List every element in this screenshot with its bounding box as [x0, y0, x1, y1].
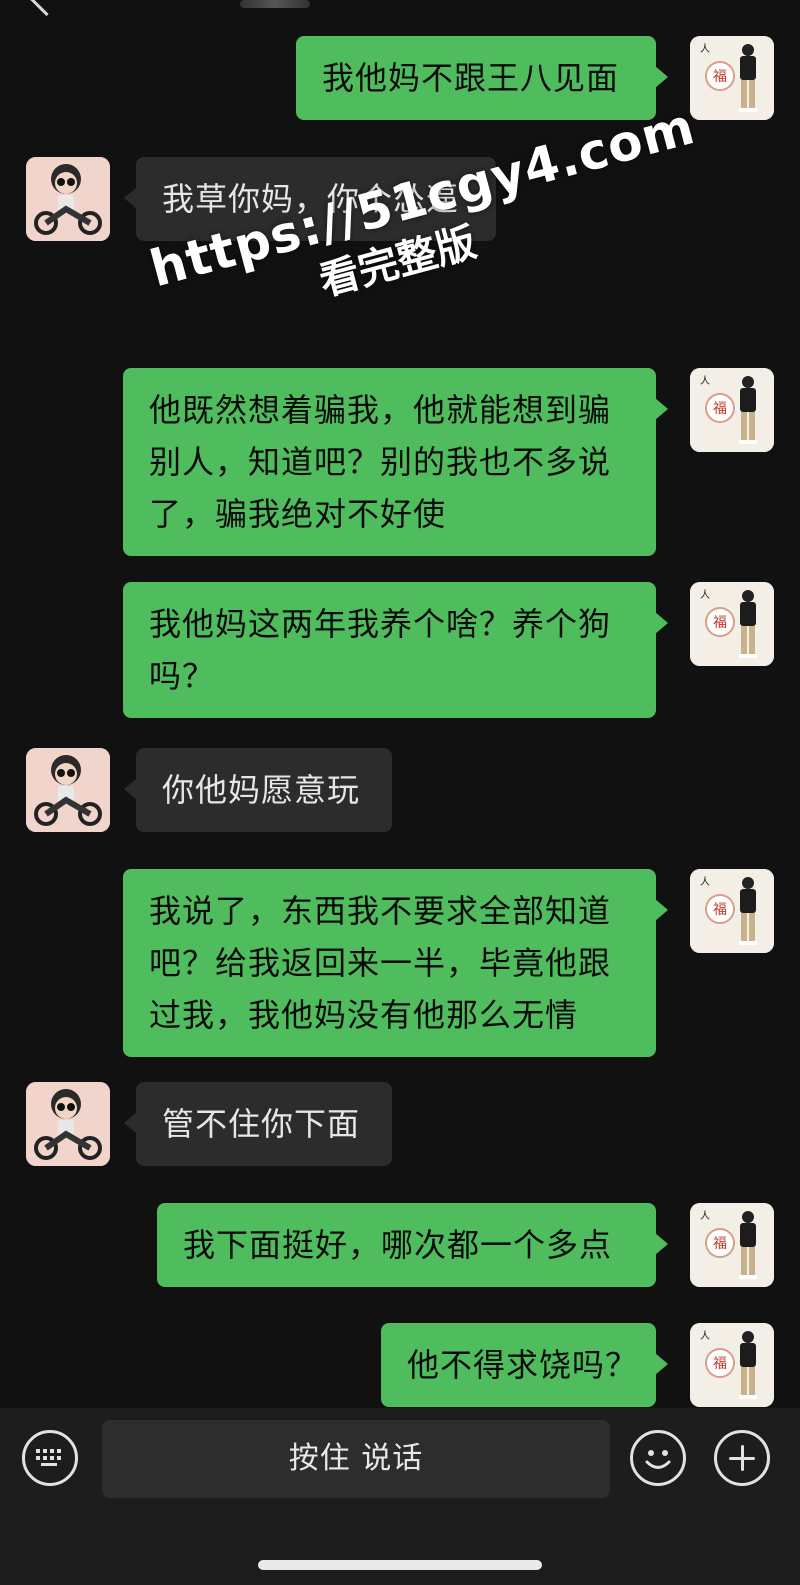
message-bubble[interactable]: 我说了，东西我不要求全部知道吧？给我返回来一半，毕竟他跟过我，我他妈没有他那么无…: [123, 869, 668, 1057]
svg-text:人: 人: [700, 1210, 710, 1222]
plus-circle-icon[interactable]: [714, 1430, 770, 1486]
my-avatar[interactable]: 福 人: [690, 36, 774, 120]
contact-avatar[interactable]: [26, 748, 110, 832]
input-bar: 按住 说话: [0, 1408, 800, 1585]
home-indicator: [258, 1560, 542, 1570]
svg-text:福: 福: [713, 1356, 727, 1372]
hold-to-talk-button[interactable]: 按住 说话: [102, 1420, 610, 1498]
message-bubble[interactable]: 管不住你下面: [124, 1082, 392, 1166]
my-avatar[interactable]: 福 人: [690, 368, 774, 452]
message-bubble[interactable]: 你他妈愿意玩: [124, 748, 392, 832]
message-bubble[interactable]: 我下面挺好，哪次都一个多点: [157, 1203, 668, 1287]
svg-text:福: 福: [713, 902, 727, 918]
my-avatar[interactable]: 福 人: [690, 1203, 774, 1287]
svg-text:福: 福: [713, 401, 727, 417]
message-bubble[interactable]: 我草你妈，你个怂逼: [124, 157, 496, 241]
svg-text:人: 人: [700, 589, 710, 601]
svg-text:福: 福: [713, 615, 727, 631]
svg-text:福: 福: [713, 69, 727, 85]
svg-text:人: 人: [700, 43, 710, 55]
emoji-smile-icon[interactable]: [630, 1430, 686, 1486]
svg-text:福: 福: [713, 1236, 727, 1252]
my-avatar[interactable]: 福 人: [690, 1323, 774, 1407]
svg-text:人: 人: [700, 375, 710, 387]
contact-avatar[interactable]: [26, 157, 110, 241]
my-avatar[interactable]: 福 人: [690, 869, 774, 953]
svg-text:人: 人: [700, 876, 710, 888]
message-bubble[interactable]: 他既然想着骗我，他就能想到骗别人，知道吧？别的我也不多说了，骗我绝对不好使: [123, 368, 668, 556]
contact-avatar[interactable]: [26, 1082, 110, 1166]
my-avatar[interactable]: 福 人: [690, 582, 774, 666]
message-bubble[interactable]: 我他妈这两年我养个啥？养个狗吗？: [123, 582, 668, 718]
message-bubble[interactable]: 他不得求饶吗？: [381, 1323, 668, 1407]
keyboard-icon[interactable]: [22, 1430, 78, 1486]
svg-text:人: 人: [700, 1330, 710, 1342]
chat-message-list[interactable]: 我他妈不跟王八见面 福 人 我草你妈，你个怂逼 他既然想着骗我，他就能想到骗别人…: [0, 0, 800, 1408]
message-bubble[interactable]: 我他妈不跟王八见面: [296, 36, 668, 120]
